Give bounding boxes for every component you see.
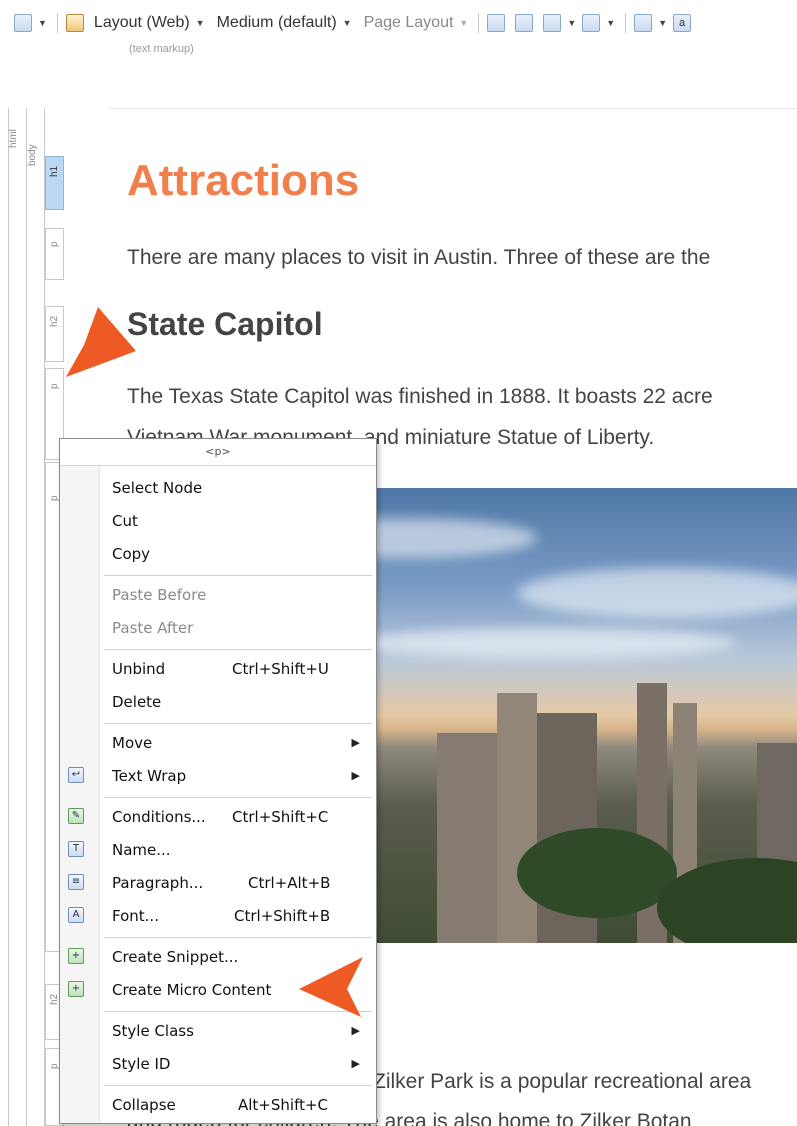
submenu-arrow-icon: ▶ bbox=[351, 1057, 360, 1070]
view-icon[interactable] bbox=[14, 14, 32, 32]
toolbar-separator bbox=[56, 13, 58, 33]
insert-image-icon[interactable] bbox=[543, 14, 562, 32]
menu-item-text-wrap[interactable]: ↩ Text Wrap ▶ bbox=[60, 761, 376, 791]
snippet-icon: + bbox=[68, 948, 84, 964]
toolbar-separator bbox=[625, 13, 627, 33]
menu-separator bbox=[104, 723, 372, 724]
chevron-down-icon[interactable]: ▼ bbox=[343, 18, 352, 28]
callout-arrow-icon bbox=[66, 307, 136, 377]
context-menu: <p> Select Node Cut Copy Paste Before Pa… bbox=[59, 438, 377, 1124]
menu-item-move[interactable]: Move ▶ bbox=[60, 728, 376, 758]
section-heading[interactable]: State Capitol bbox=[127, 306, 323, 343]
structure-node-p[interactable]: p bbox=[45, 228, 64, 280]
submenu-arrow-icon: ▶ bbox=[351, 736, 360, 749]
menu-item-name[interactable]: T Name... bbox=[60, 835, 376, 865]
name-icon: T bbox=[68, 841, 84, 857]
chevron-down-icon[interactable]: ▼ bbox=[196, 18, 205, 28]
capitol-paragraph-line[interactable]: The Texas State Capitol was finished in … bbox=[127, 385, 713, 409]
layout-dropdown[interactable]: Layout (Web) bbox=[94, 14, 190, 32]
conditions-icon: ✎ bbox=[68, 808, 84, 824]
body-tag-bar[interactable]: body bbox=[27, 144, 38, 166]
micro-content-icon: + bbox=[68, 981, 84, 997]
menu-item-copy[interactable]: Copy bbox=[60, 539, 376, 569]
menu-item-paste-after: Paste After bbox=[112, 619, 194, 637]
structure-line bbox=[8, 108, 9, 1126]
chevron-down-icon[interactable]: ▼ bbox=[459, 18, 468, 28]
chevron-down-icon[interactable]: ▼ bbox=[567, 18, 576, 28]
toolbar-separator bbox=[478, 13, 480, 33]
menu-separator bbox=[104, 1085, 372, 1086]
intro-paragraph[interactable]: There are many places to visit in Austin… bbox=[127, 246, 710, 270]
menu-item-paragraph[interactable]: ≡ Paragraph... Ctrl+Alt+B bbox=[60, 868, 376, 898]
chevron-down-icon[interactable]: ▼ bbox=[658, 18, 667, 28]
insert-table-icon[interactable] bbox=[515, 14, 534, 32]
menu-item-style-id[interactable]: Style ID ▶ bbox=[60, 1049, 376, 1079]
text-wrap-icon: ↩ bbox=[68, 767, 84, 783]
menu-item-unbind[interactable]: Unbind Ctrl+Shift+U bbox=[60, 654, 376, 684]
chevron-down-icon[interactable]: ▼ bbox=[606, 18, 615, 28]
submenu-arrow-icon: ▶ bbox=[351, 769, 360, 782]
menu-item-select-node[interactable]: Select Node bbox=[60, 473, 376, 503]
structure-line bbox=[26, 108, 27, 1126]
paragraph-icon: ≡ bbox=[68, 874, 84, 890]
text-icon[interactable] bbox=[634, 14, 653, 32]
preview-icon[interactable] bbox=[487, 14, 506, 32]
font-icon[interactable]: a bbox=[673, 14, 692, 32]
page-layout-dropdown[interactable]: Page Layout bbox=[364, 14, 454, 32]
chevron-down-icon[interactable]: ▼ bbox=[38, 18, 47, 28]
callout-arrow-icon bbox=[299, 957, 363, 1017]
menu-item-font[interactable]: A Font... Ctrl+Shift+B bbox=[60, 901, 376, 931]
menu-item-delete[interactable]: Delete bbox=[60, 687, 376, 717]
park-paragraph-line[interactable]: Zilker Park is a popular recreational ar… bbox=[373, 1070, 751, 1094]
context-menu-title: <p> bbox=[60, 439, 376, 466]
menu-item-collapse[interactable]: Collapse Alt+Shift+C bbox=[60, 1090, 376, 1120]
markup-note: (text markup) bbox=[129, 43, 194, 55]
menu-item-paste-before: Paste Before bbox=[112, 586, 207, 604]
menu-item-conditions[interactable]: ✎ Conditions... Ctrl+Shift+C bbox=[60, 802, 376, 832]
menu-separator bbox=[104, 797, 372, 798]
menu-separator bbox=[104, 649, 372, 650]
structure-node-h1[interactable]: h1 bbox=[45, 156, 64, 210]
menu-separator bbox=[104, 937, 372, 938]
menu-separator bbox=[104, 575, 372, 576]
toolbar: ▼ Layout (Web) ▼ Medium (default) ▼ Page… bbox=[0, 0, 797, 55]
link-icon[interactable] bbox=[582, 14, 601, 32]
size-dropdown[interactable]: Medium (default) bbox=[217, 14, 337, 32]
menu-item-cut[interactable]: Cut bbox=[60, 506, 376, 536]
page-heading[interactable]: Attractions bbox=[127, 156, 359, 206]
html-tag-bar[interactable]: html bbox=[8, 129, 19, 148]
font-icon: A bbox=[68, 907, 84, 923]
structure-icon[interactable] bbox=[65, 14, 84, 32]
